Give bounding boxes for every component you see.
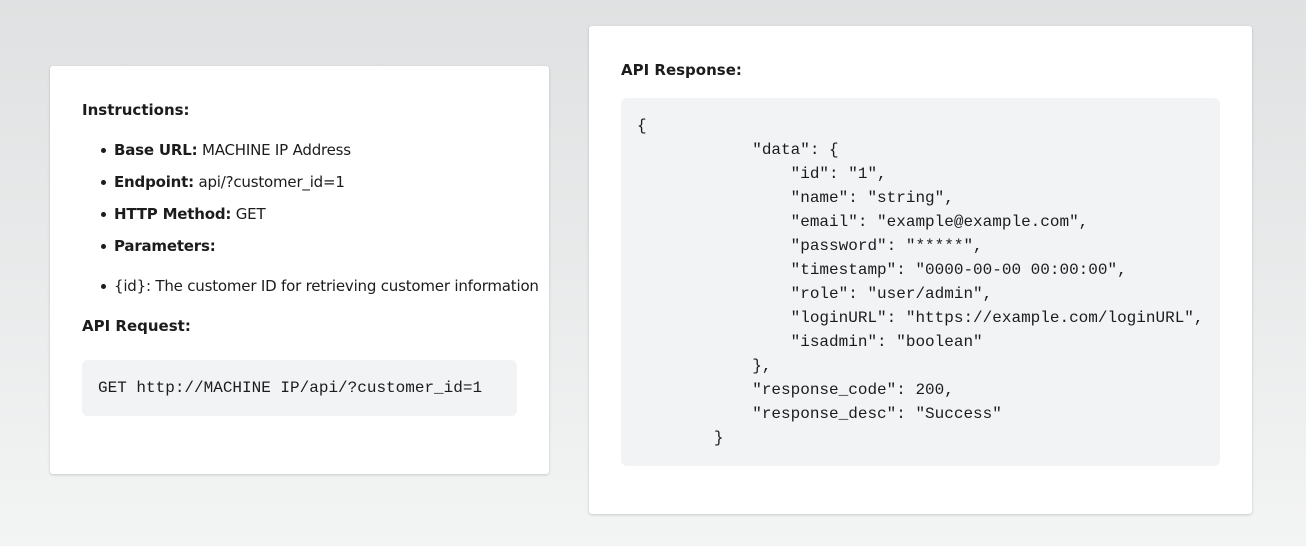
instructions-list: Base URL: MACHINE IP Address Endpoint: a… [82,140,517,256]
list-item-base-url: Base URL: MACHINE IP Address [82,140,517,160]
list-item-http-method: HTTP Method: GET [82,204,517,224]
list-item-endpoint: Endpoint: api/?customer_id=1 [82,172,517,192]
list-item-parameters: Parameters: [82,236,517,256]
parameter-id-text: {id}: The customer ID for retrieving cus… [114,277,539,295]
instructions-heading: Instructions: [82,101,190,119]
api-response-code: { "data": { "id": "1", "name": "string",… [621,98,1220,466]
endpoint-key: Endpoint: [114,173,194,191]
response-card: API Response: { "data": { "id": "1", "na… [589,26,1252,514]
api-response-heading: API Response: [621,61,742,79]
http-method-value: GET [235,205,266,223]
api-request-heading: API Request: [82,317,191,335]
base-url-key: Base URL: [114,141,198,159]
parameter-item-id: {id}: The customer ID for retrieving cus… [82,276,539,296]
api-request-code: GET http://MACHINE IP/api/?customer_id=1 [82,360,517,416]
http-method-key: HTTP Method: [114,205,232,223]
parameters-key: Parameters: [114,237,216,255]
base-url-value: MACHINE IP Address [201,141,351,159]
endpoint-value: api/?customer_id=1 [198,173,345,191]
parameters-list: {id}: The customer ID for retrieving cus… [82,276,539,296]
instructions-card: Instructions: Base URL: MACHINE IP Addre… [50,66,549,474]
